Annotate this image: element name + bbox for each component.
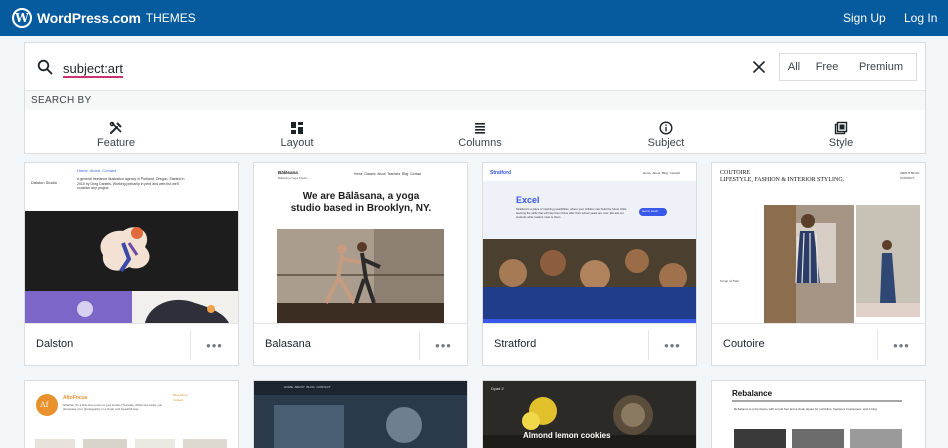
theme-preview-balasana[interactable]: Bālāsana Balasana Yoga Studio Home Class… [254, 163, 467, 323]
altofocus-preview-art [25, 381, 238, 448]
dark-photo-preview-art [254, 381, 467, 448]
pricing-filter: All Free Premium [779, 53, 917, 81]
facet-label-layout: Layout [280, 137, 314, 149]
theme-preview-rebalance[interactable]: Rebalance Rebalance is a hip theme with … [712, 381, 925, 448]
search-by-label: SEARCH BY [31, 95, 92, 106]
coutoire-preview-art [712, 163, 925, 323]
facet-style[interactable]: Style [796, 121, 886, 149]
facet-columns[interactable]: Columns [435, 121, 525, 149]
wordpress-logo-icon: W [12, 8, 32, 28]
search-icon[interactable] [37, 59, 53, 75]
search-query-underline [63, 76, 123, 78]
dalston-site-title: Dalston Studio [31, 180, 58, 185]
layout-icon [291, 122, 303, 134]
masthead: W WordPress.com THEMES Sign Up Log In [0, 0, 948, 36]
theme-card-footer: Coutoire ••• [712, 323, 925, 365]
facet-label-style: Style [828, 137, 854, 149]
theme-name[interactable]: Coutoire [723, 338, 765, 350]
balasana-tagline: Balasana Yoga Studio [278, 176, 308, 180]
wordpress-brand[interactable]: W WordPress.com THEMES [12, 8, 196, 28]
theme-card-altofocus[interactable]: Af AltoFocus Whether it's a first-time e… [24, 380, 239, 448]
facet-label-columns: Columns [458, 137, 502, 149]
coutoire-site-title: COUTOIRE [720, 170, 751, 176]
coutoire-caption: Scrap of Fate [720, 279, 740, 283]
theme-card-stratford[interactable]: Stratford Home About Blog Contact Excel … [482, 162, 697, 366]
dark-photo-nav: HOME ABOUT BLOG CONTACT [284, 385, 331, 389]
altofocus-logo-letter: Af [40, 400, 49, 409]
theme-card-footer: Balasana ••• [254, 323, 467, 365]
stratford-headline: Excel [516, 195, 540, 205]
altofocus-site-title: AltoFocus [63, 395, 88, 401]
stratford-nav: Home About Blog Contact [643, 171, 681, 175]
filter-premium[interactable]: Premium [846, 54, 916, 80]
search-by-bar: SEARCH BY [25, 90, 925, 110]
altofocus-nav: Blog About Contact [173, 393, 188, 402]
theme-card-dalston[interactable]: Dalston Studio Home About Contact A gene… [24, 162, 239, 366]
facet-label-subject: Subject [647, 137, 685, 149]
theme-card-dark-photo[interactable]: HOME ABOUT BLOG CONTACT [253, 380, 468, 448]
info-icon [659, 121, 673, 135]
altofocus-intro: Whether it's a first-time event or just … [63, 403, 163, 411]
coutoire-tagline: LIFESTYLE, FASHION & INTERIOR STYLING. [720, 177, 845, 183]
facet-feature[interactable]: Feature [71, 121, 161, 149]
rebalance-body: Rebalance is a hip theme with a bold fon… [734, 407, 878, 411]
filter-all[interactable]: All [780, 54, 808, 80]
close-icon[interactable] [751, 59, 767, 75]
facet-layout[interactable]: Layout [252, 121, 342, 149]
dyad-headline: Almond lemon cookies [523, 431, 611, 440]
dyad-site-title: Dyad 2 [491, 386, 504, 391]
theme-name[interactable]: Balasana [265, 338, 311, 350]
theme-search-panel: All Free Premium SEARCH BY Feature Layou… [24, 42, 926, 154]
filter-free[interactable]: Free [808, 54, 846, 80]
more-options-button[interactable]: ••• [190, 330, 238, 360]
theme-preview-dalston[interactable]: Dalston Studio Home About Contact A gene… [25, 163, 238, 323]
signup-link[interactable]: Sign Up [843, 11, 886, 25]
theme-preview-dyad[interactable]: Dyad 2 Almond lemon cookies [483, 381, 696, 448]
theme-preview-coutoire[interactable]: COUTOIRE LIFESTYLE, FASHION & INTERIOR S… [712, 163, 925, 323]
dalston-nav: Home About Contact [77, 168, 117, 173]
theme-card-footer: Dalston ••• [25, 323, 238, 365]
more-options-button[interactable]: ••• [877, 330, 925, 360]
tools-icon [109, 121, 122, 134]
balasana-headline: We are Bālāsana, a yoga studio based in … [290, 191, 432, 214]
theme-name[interactable]: Dalston [36, 338, 73, 350]
balasana-preview-art [254, 163, 467, 323]
theme-preview-dark-photo[interactable]: HOME ABOUT BLOG CONTACT [254, 381, 467, 448]
dalston-intro: A general freelance illustration agency … [77, 177, 185, 190]
theme-card-coutoire[interactable]: COUTOIRE LIFESTYLE, FASHION & INTERIOR S… [711, 162, 926, 366]
balasana-site-title: Bālāsana [278, 170, 298, 175]
theme-card-balasana[interactable]: Bālāsana Balasana Yoga Studio Home Class… [253, 162, 468, 366]
theme-preview-altofocus[interactable]: Af AltoFocus Whether it's a first-time e… [25, 381, 238, 448]
rebalance-site-title: Rebalance [732, 389, 773, 398]
balasana-nav: Home Classes About Teachers Blog Contact [354, 172, 422, 176]
theme-card-footer: Stratford ••• [483, 323, 696, 365]
stratford-preview-art [483, 163, 696, 323]
stratford-site-title: Stratford [490, 170, 512, 176]
facet-label-feature: Feature [97, 137, 135, 149]
login-link[interactable]: Log In [904, 11, 937, 25]
style-icon [834, 121, 848, 135]
theme-preview-stratford[interactable]: Stratford Home About Blog Contact Excel … [483, 163, 696, 323]
stratford-cta-button: Get in touch [642, 209, 659, 213]
facet-subject[interactable]: Subject [621, 121, 711, 149]
columns-icon [475, 123, 485, 134]
theme-card-dyad[interactable]: Dyad 2 Almond lemon cookies [482, 380, 697, 448]
coutoire-nav: ABOUT BLOG CONTACT [900, 171, 920, 180]
brand-name: WordPress.com [37, 10, 141, 26]
theme-name[interactable]: Stratford [494, 338, 536, 350]
more-options-button[interactable]: ••• [648, 330, 696, 360]
more-options-button[interactable]: ••• [419, 330, 467, 360]
theme-card-rebalance[interactable]: Rebalance Rebalance is a hip theme with … [711, 380, 926, 448]
stratford-body: Stratford is a place of inspiring possib… [516, 207, 627, 219]
brand-section: THEMES [145, 11, 196, 25]
